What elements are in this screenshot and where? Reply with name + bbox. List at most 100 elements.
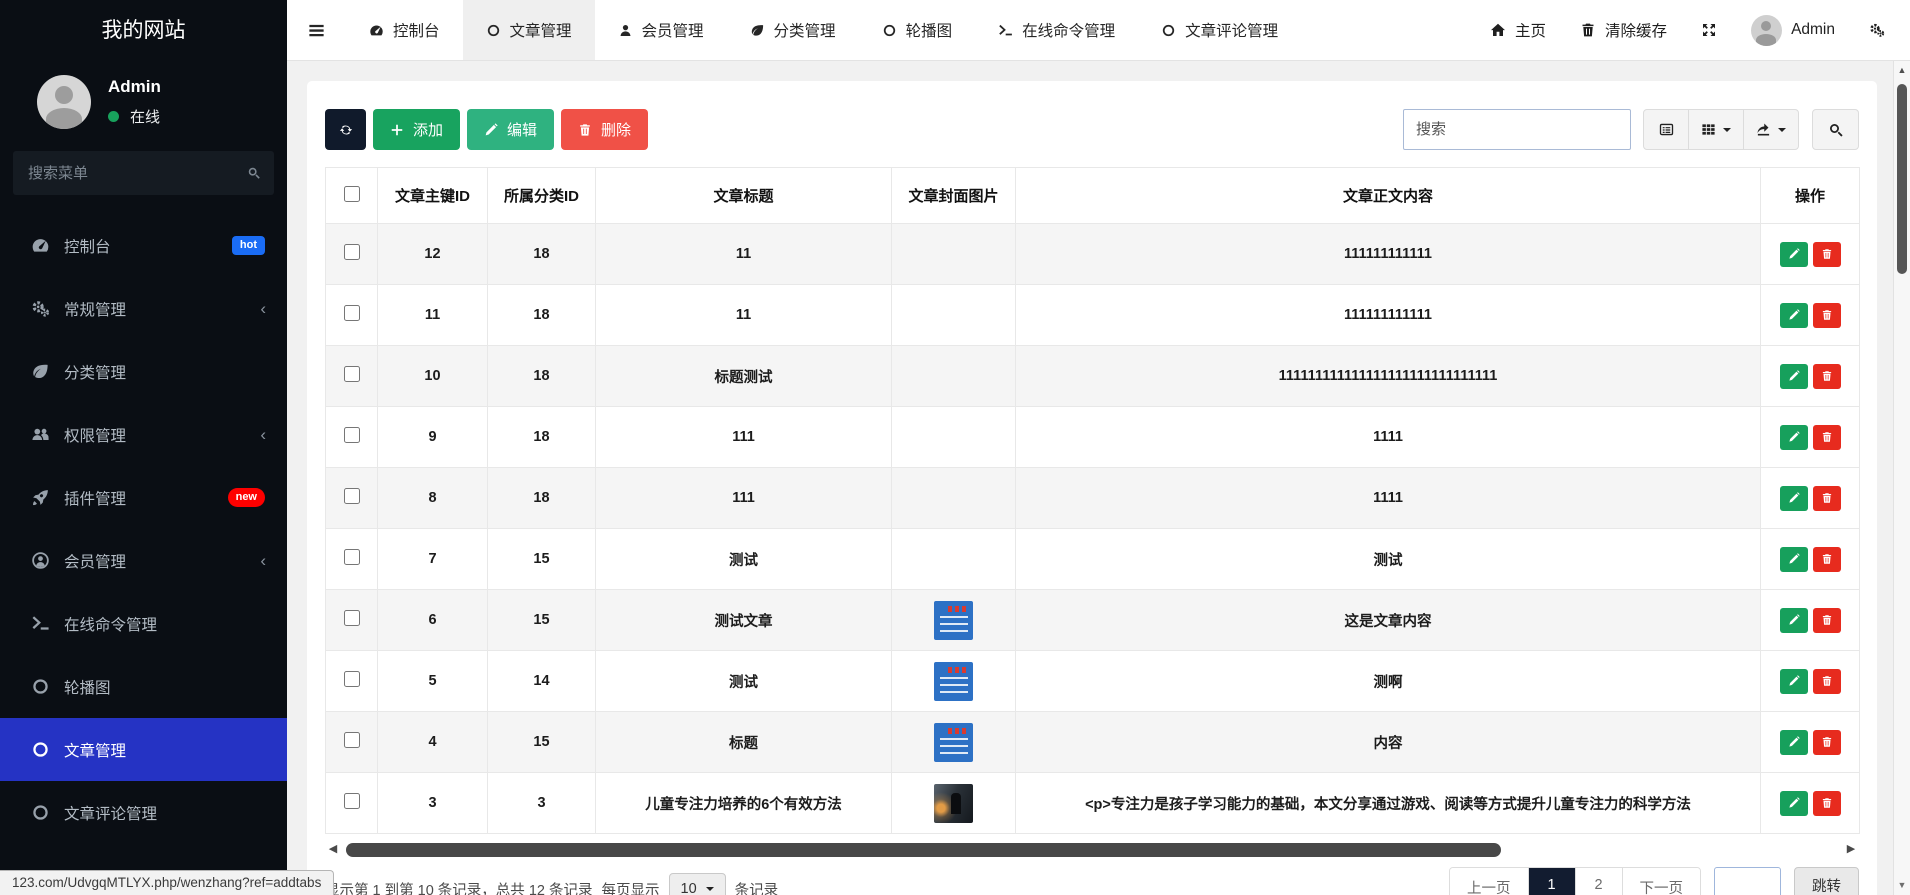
- tab-5[interactable]: 在线命令管理: [975, 0, 1138, 60]
- horizontal-scrollbar-thumb[interactable]: [346, 843, 1501, 857]
- export-button[interactable]: [1743, 109, 1799, 150]
- tab-4[interactable]: 轮播图: [859, 0, 976, 60]
- menu-search-input[interactable]: [13, 151, 274, 195]
- user-panel[interactable]: Admin 在线: [0, 62, 287, 139]
- select-all-checkbox[interactable]: [344, 186, 360, 202]
- fullscreen-button[interactable]: [1684, 22, 1734, 38]
- article-id-cell: 6: [378, 590, 488, 651]
- pencil-icon: [1788, 797, 1800, 809]
- table-search-input[interactable]: [1403, 109, 1631, 150]
- article-title-cell: 测试: [596, 651, 892, 712]
- admin-user-menu[interactable]: Admin: [1734, 15, 1852, 46]
- sidebar-item-9[interactable]: 文章评论管理: [0, 781, 287, 844]
- cover-image-cell: [892, 590, 1016, 651]
- sidebar-item-2[interactable]: 分类管理: [0, 340, 287, 403]
- category-id-cell: 15: [488, 529, 596, 590]
- toggle-view-button[interactable]: [1643, 109, 1689, 150]
- home-link[interactable]: 主页: [1473, 19, 1563, 41]
- tab-6[interactable]: 文章评论管理: [1138, 0, 1301, 60]
- sidebar-item-1[interactable]: 常规管理‹: [0, 277, 287, 340]
- row-edit-button[interactable]: [1780, 608, 1808, 633]
- scroll-left-arrow[interactable]: ◀: [325, 844, 341, 855]
- page-jump-button[interactable]: 跳转: [1794, 867, 1859, 895]
- row-delete-button[interactable]: [1813, 608, 1841, 633]
- scroll-down-arrow[interactable]: ▼: [1894, 881, 1910, 890]
- row-delete-button[interactable]: [1813, 547, 1841, 572]
- terminal-icon: [998, 23, 1013, 38]
- row-checkbox[interactable]: [344, 671, 360, 687]
- sidebar-item-3[interactable]: 权限管理‹: [0, 403, 287, 466]
- table-header-row: 文章主键ID所属分类ID文章标题文章封面图片文章正文内容操作: [326, 168, 1860, 224]
- row-edit-button[interactable]: [1780, 669, 1808, 694]
- tab-1[interactable]: 文章管理: [463, 0, 595, 60]
- row-checkbox[interactable]: [344, 305, 360, 321]
- prev-page-button[interactable]: 上一页: [1450, 868, 1529, 895]
- search-submit-button[interactable]: [1812, 109, 1859, 150]
- chevron-left-icon: ‹: [260, 300, 266, 317]
- row-checkbox[interactable]: [344, 488, 360, 504]
- row-delete-button[interactable]: [1813, 242, 1841, 267]
- page-jump-input[interactable]: [1714, 867, 1781, 895]
- blue-form-thumbnail[interactable]: [934, 723, 973, 762]
- clear-cache-button[interactable]: 清除缓存: [1563, 19, 1684, 41]
- next-page-button[interactable]: 下一页: [1623, 868, 1701, 895]
- sidebar-item-6[interactable]: 在线命令管理: [0, 592, 287, 655]
- row-checkbox[interactable]: [344, 244, 360, 260]
- row-delete-button[interactable]: [1813, 364, 1841, 389]
- article-content-cell: 111111111111: [1016, 224, 1761, 285]
- row-edit-button[interactable]: [1780, 242, 1808, 267]
- article-content-cell: 这是文章内容: [1016, 590, 1761, 651]
- tab-2[interactable]: 会员管理: [595, 0, 727, 60]
- row-checkbox[interactable]: [344, 366, 360, 382]
- refresh-button[interactable]: [325, 109, 366, 150]
- tab-0[interactable]: 控制台: [346, 0, 463, 60]
- cover-image-cell: [892, 773, 1016, 834]
- row-actions-cell: [1761, 285, 1860, 346]
- delete-button[interactable]: 删除: [561, 109, 648, 150]
- tab-3[interactable]: 分类管理: [727, 0, 859, 60]
- scroll-up-arrow[interactable]: ▲: [1894, 66, 1910, 75]
- home-label: 主页: [1515, 19, 1546, 41]
- row-checkbox[interactable]: [344, 610, 360, 626]
- sidebar-item-label: 在线命令管理: [64, 613, 157, 635]
- article-id-cell: 4: [378, 712, 488, 773]
- street-photo-thumbnail[interactable]: [934, 784, 973, 823]
- trash-icon: [578, 123, 592, 137]
- user-name: Admin: [108, 77, 161, 97]
- blue-form-thumbnail[interactable]: [934, 662, 973, 701]
- columns-button[interactable]: [1688, 109, 1744, 150]
- row-edit-button[interactable]: [1780, 547, 1808, 572]
- blue-form-thumbnail[interactable]: [934, 601, 973, 640]
- row-checkbox[interactable]: [344, 427, 360, 443]
- settings-button[interactable]: [1852, 22, 1902, 38]
- sidebar-item-7[interactable]: 轮播图: [0, 655, 287, 718]
- sidebar-item-5[interactable]: 会员管理‹: [0, 529, 287, 592]
- per-page-select[interactable]: 10: [669, 873, 726, 895]
- category-id-cell: 14: [488, 651, 596, 712]
- page-button-1[interactable]: 1: [1529, 868, 1576, 895]
- edit-button[interactable]: 编辑: [467, 109, 554, 150]
- page-button-2[interactable]: 2: [1576, 868, 1623, 895]
- sidebar-item-8[interactable]: 文章管理: [0, 718, 287, 781]
- row-delete-button[interactable]: [1813, 791, 1841, 816]
- row-edit-button[interactable]: [1780, 364, 1808, 389]
- row-edit-button[interactable]: [1780, 303, 1808, 328]
- row-edit-button[interactable]: [1780, 425, 1808, 450]
- sidebar-toggle-button[interactable]: [287, 21, 346, 40]
- row-edit-button[interactable]: [1780, 791, 1808, 816]
- scroll-right-arrow[interactable]: ▶: [1843, 844, 1859, 855]
- row-delete-button[interactable]: [1813, 669, 1841, 694]
- row-checkbox[interactable]: [344, 549, 360, 565]
- sidebar-item-0[interactable]: 控制台hot: [0, 214, 287, 277]
- row-edit-button[interactable]: [1780, 730, 1808, 755]
- row-delete-button[interactable]: [1813, 486, 1841, 511]
- row-delete-button[interactable]: [1813, 303, 1841, 328]
- row-checkbox[interactable]: [344, 732, 360, 748]
- row-checkbox[interactable]: [344, 793, 360, 809]
- row-delete-button[interactable]: [1813, 425, 1841, 450]
- sidebar-item-4[interactable]: 插件管理new: [0, 466, 287, 529]
- row-edit-button[interactable]: [1780, 486, 1808, 511]
- vertical-scrollbar-thumb[interactable]: [1897, 84, 1907, 274]
- row-delete-button[interactable]: [1813, 730, 1841, 755]
- add-button[interactable]: 添加: [373, 109, 460, 150]
